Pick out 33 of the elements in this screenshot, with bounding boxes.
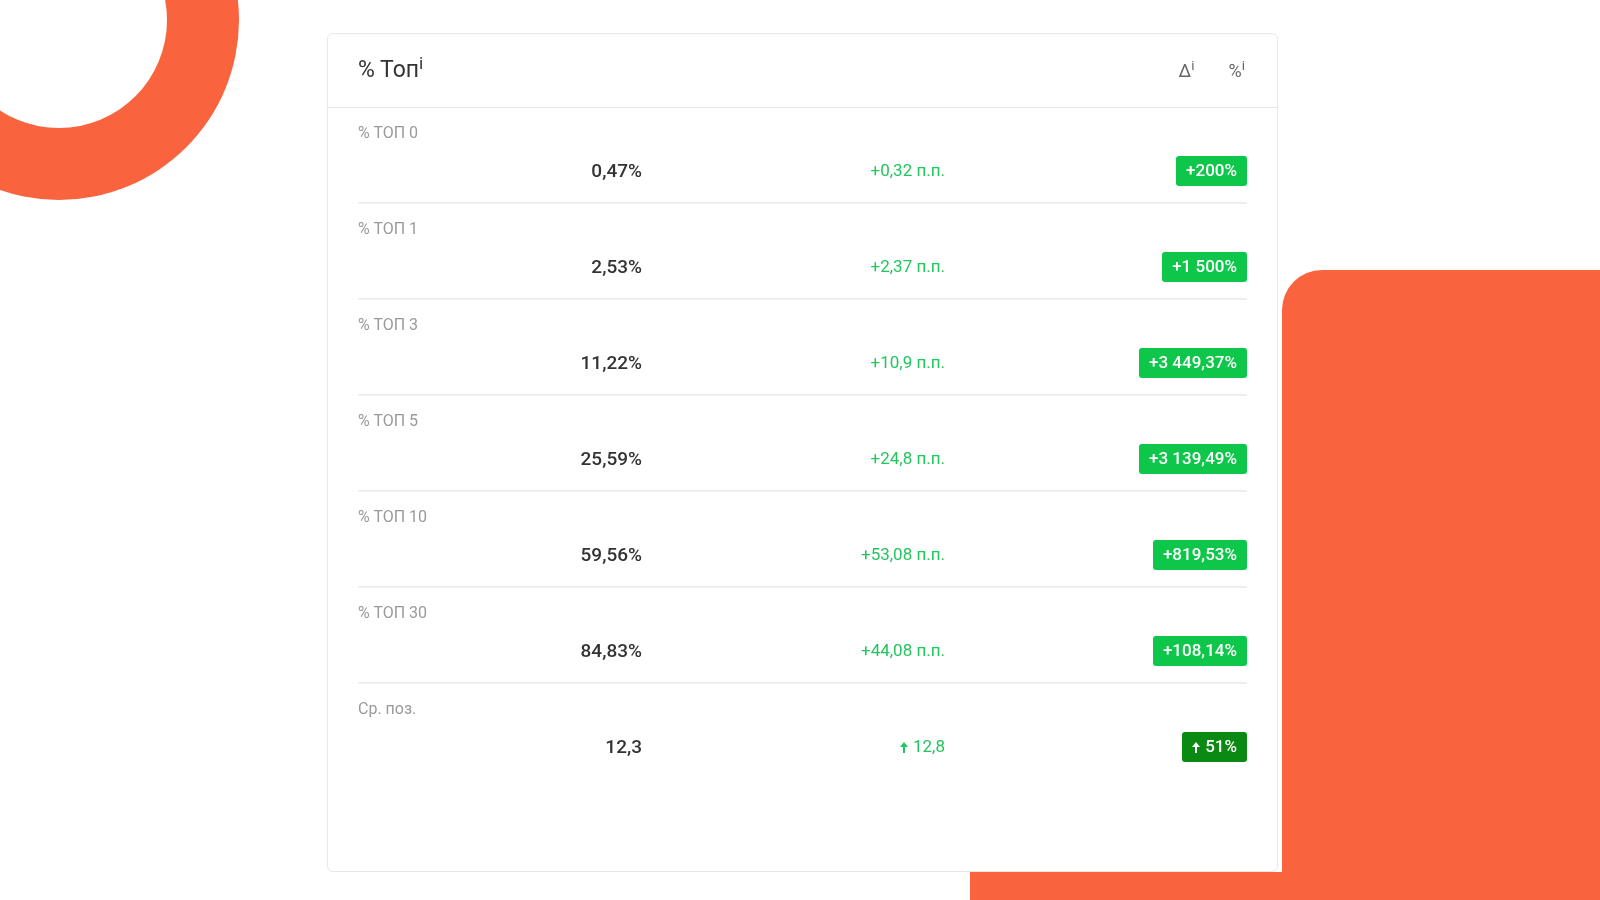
delta-value: +0,32 п.п. xyxy=(869,159,945,183)
metric-value: 2,53% xyxy=(590,253,642,280)
metric-label: % ТОП 10 xyxy=(358,507,428,527)
up-arrow-icon xyxy=(1192,741,1201,753)
change-badge: +3 449,37% xyxy=(1139,348,1247,378)
up-arrow-icon xyxy=(900,741,908,753)
change-badge: +200% xyxy=(1176,156,1247,186)
metric-value: 84,83% xyxy=(579,637,642,664)
delta-value: 12,8 xyxy=(642,734,945,760)
delta-value: +10,9 п.п. xyxy=(869,351,945,375)
column-header: %$^{i}$ xyxy=(1228,57,1245,83)
metric-value: 11,22% xyxy=(579,349,642,376)
change-badge: +1 500% xyxy=(1162,252,1247,282)
delta-value: +44,08 п.п. xyxy=(860,639,945,663)
metric-label: % ТОП 30 xyxy=(358,603,428,623)
metric-value: 0,47% xyxy=(590,157,642,184)
delta-value: +24,8 п.п. xyxy=(869,447,945,471)
delta-value: +2,37 п.п. xyxy=(869,255,945,279)
metric-label: % ТОП 0 xyxy=(358,123,419,143)
metric-value: 59,56% xyxy=(579,541,642,568)
metric-value: 25,59% xyxy=(579,445,642,472)
metric-label: % ТОП 1 xyxy=(358,219,419,239)
metric-label: % ТОП 3 xyxy=(358,315,419,335)
delta-value: +53,08 п.п. xyxy=(860,543,945,567)
change-badge: 51% xyxy=(1182,732,1247,762)
card-title: % Топ$^{i}$ xyxy=(358,53,424,86)
metric-value: 12,3 xyxy=(604,733,642,760)
column-header: Δ$^{i}$ xyxy=(1178,57,1195,83)
metric-label: % ТОП 5 xyxy=(358,411,419,431)
change-badge: +819,53% xyxy=(1152,540,1247,570)
change-badge: +108,14% xyxy=(1152,636,1247,666)
metric-label: Ср. поз. xyxy=(358,699,417,719)
change-badge: +3 139,49% xyxy=(1139,444,1247,474)
